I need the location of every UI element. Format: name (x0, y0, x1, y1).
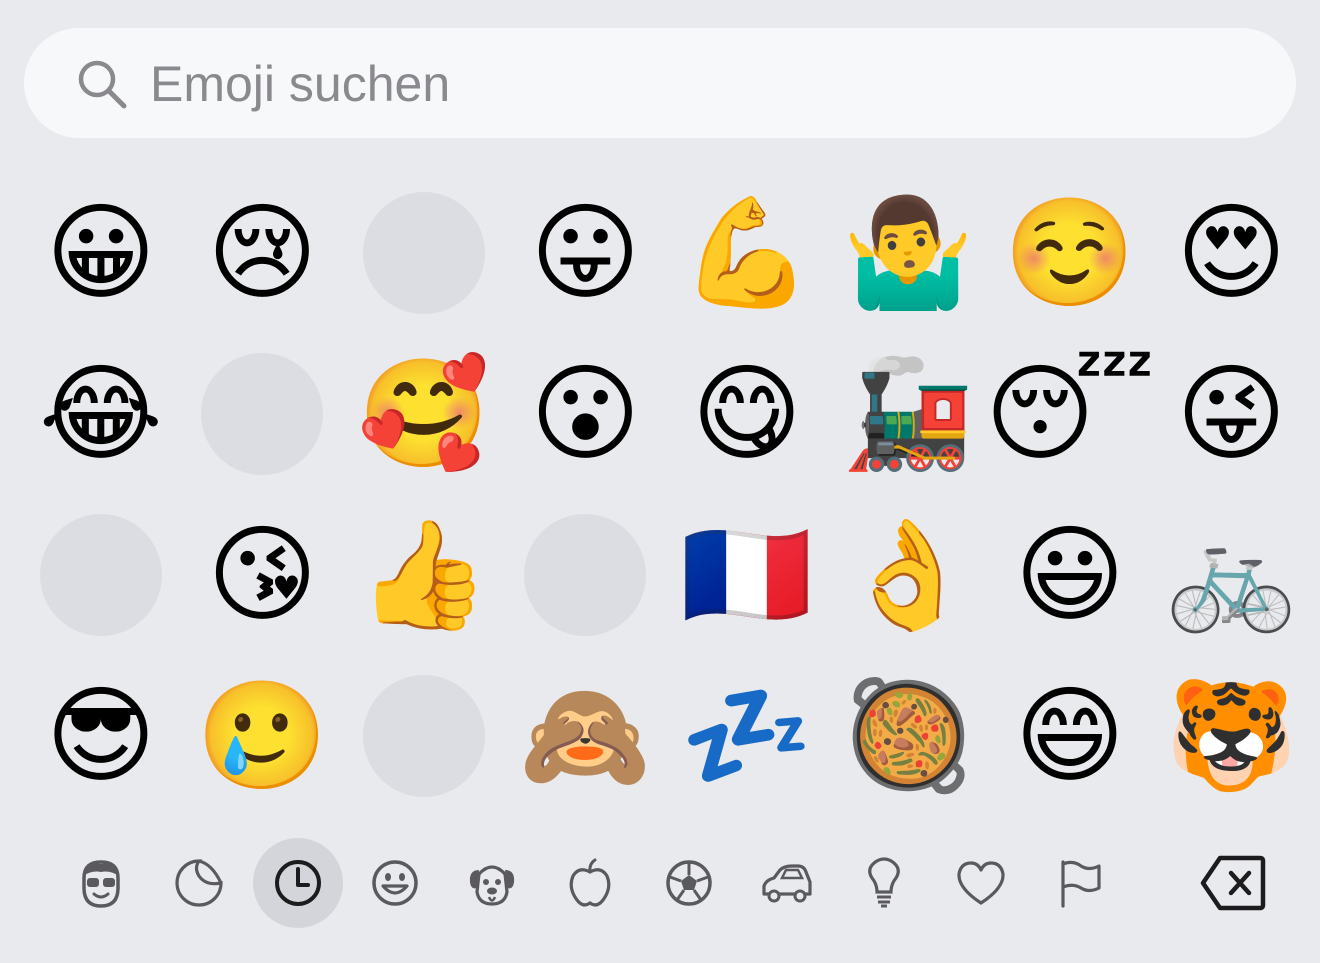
category-smileys[interactable] (350, 838, 440, 928)
emoji-cell[interactable]: 🥰 (343, 333, 505, 494)
emoji-cell[interactable]: 😄 (989, 655, 1151, 816)
emoji-search-input[interactable] (148, 50, 1252, 118)
emoji-cell[interactable]: 😴 (985, 333, 1155, 494)
category-travel[interactable] (742, 838, 832, 928)
backspace-icon[interactable] (1200, 852, 1266, 914)
sticker-icon (175, 859, 223, 907)
emoji-loading-placeholder (182, 333, 344, 494)
emoji-cell[interactable]: 🙈 (505, 655, 667, 816)
emoji-cell[interactable]: 😎 (20, 655, 182, 816)
category-animals[interactable] (447, 838, 537, 928)
emoji-loading-placeholder (343, 172, 505, 333)
emoji-cell[interactable]: 👍 (343, 494, 505, 655)
emoji-loading-placeholder (343, 655, 505, 816)
emoji-cell[interactable]: 😜 (1151, 333, 1313, 494)
emoji-loading-placeholder (505, 494, 667, 655)
emoji-cell[interactable]: 💪 (666, 172, 828, 333)
food-apple-icon (569, 858, 611, 907)
smiley-icon (372, 860, 418, 906)
category-objects[interactable] (839, 838, 929, 928)
category-recent[interactable] (253, 838, 343, 928)
animal-icon (469, 865, 515, 906)
emoji-cell[interactable]: 😋 (666, 333, 828, 494)
emoji-cell[interactable]: 😂 (20, 333, 182, 494)
placeholder-circle (201, 352, 324, 475)
car-icon (762, 864, 812, 903)
flag-icon (1061, 860, 1101, 908)
emoji-grid: 😀 😢 😛 💪 🤷‍♂️ ☺️ 😍 😂 🥰 😮 😋 🚂 😴 😜 😘 👍 🇫🇷 👌 😃 🚲 😎 🥲 🙈 💤 🥘 😄 🐯 (20, 172, 1310, 816)
placeholder-circle (39, 513, 162, 636)
emoji-cell[interactable]: 🐯 (1151, 655, 1313, 816)
emoji-cell[interactable]: 🥲 (182, 655, 344, 816)
emoji-cell[interactable]: 😍 (1151, 172, 1313, 333)
emoji-loading-placeholder (20, 494, 182, 655)
emoji-cell[interactable]: 🇫🇷 (666, 494, 828, 655)
placeholder-circle (362, 191, 485, 314)
emoji-cell[interactable]: 💤 (666, 655, 828, 816)
emoji-cell[interactable]: 🥘 (828, 655, 990, 816)
emoji-category-bar (54, 838, 1294, 930)
search-icon (78, 60, 127, 109)
emoji-search-bar[interactable] (24, 28, 1296, 138)
emoji-cell[interactable]: 😀 (20, 172, 182, 333)
placeholder-circle (524, 513, 647, 636)
emoji-cell[interactable]: 😘 (182, 494, 344, 655)
emoji-cell[interactable]: 😮 (505, 333, 667, 494)
placeholder-circle (362, 674, 485, 797)
category-flags[interactable] (1035, 838, 1125, 928)
category-activity[interactable] (644, 838, 734, 928)
emoji-cell[interactable]: 😛 (505, 172, 667, 333)
heart-icon (957, 861, 1005, 905)
recent-clock-icon (275, 860, 321, 906)
category-stickers[interactable] (154, 838, 244, 928)
category-food[interactable] (545, 838, 635, 928)
lightbulb-icon (868, 857, 900, 908)
emoji-cell[interactable]: 🤷‍♂️ (828, 172, 990, 333)
soccer-ball-icon (666, 860, 712, 906)
memoji-icon (82, 860, 120, 908)
emoji-cell[interactable]: 🚲 (1151, 494, 1313, 655)
emoji-cell[interactable]: 🚂 (828, 333, 990, 494)
emoji-cell[interactable]: ☺️ (989, 172, 1151, 333)
emoji-cell[interactable]: 😢 (182, 172, 344, 333)
category-memoji[interactable] (56, 838, 146, 928)
emoji-cell[interactable]: 😃 (989, 494, 1151, 655)
category-symbols[interactable] (936, 838, 1026, 928)
emoji-cell[interactable]: 👌 (828, 494, 990, 655)
